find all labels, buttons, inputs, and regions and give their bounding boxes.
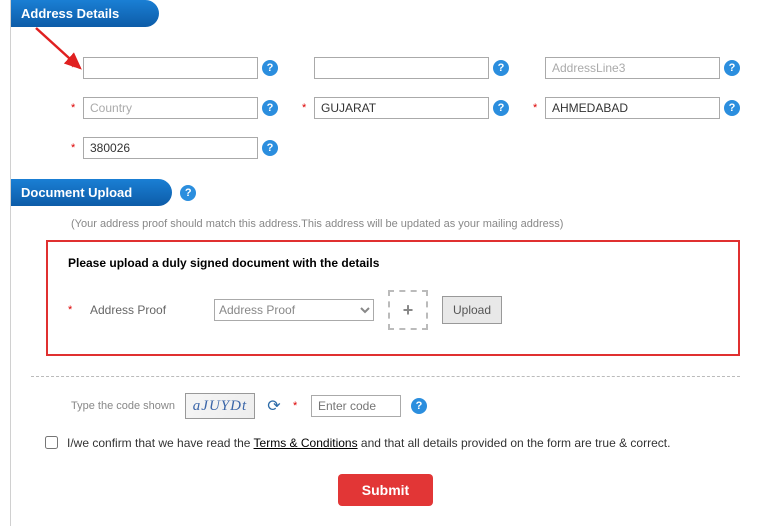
captcha-input[interactable]	[311, 395, 401, 417]
required-mark: *	[302, 102, 310, 114]
country-input[interactable]	[83, 97, 258, 119]
submit-button[interactable]: Submit	[338, 474, 433, 506]
help-icon[interactable]: ?	[262, 100, 278, 116]
confirm-row: I/we confirm that we have read the Terms…	[11, 433, 760, 452]
pincode-field: * ?	[71, 137, 278, 159]
city-input[interactable]	[545, 97, 720, 119]
help-icon[interactable]: ?	[262, 140, 278, 156]
state-input[interactable]	[314, 97, 489, 119]
required-mark: *	[293, 400, 301, 412]
required-mark: *	[71, 62, 79, 74]
help-icon[interactable]: ?	[724, 100, 740, 116]
city-field: * ?	[533, 97, 740, 119]
upload-button[interactable]: Upload	[442, 296, 502, 324]
confirm-text-pre: I/we confirm that we have read the	[67, 436, 254, 450]
help-icon[interactable]: ?	[262, 60, 278, 76]
help-icon[interactable]: ?	[493, 60, 509, 76]
file-dropzone[interactable]: +	[388, 290, 428, 330]
address-line1-input[interactable]	[83, 57, 258, 79]
address-line2-field: ?	[302, 57, 509, 79]
address-line3-field: ?	[533, 57, 740, 79]
required-mark: *	[71, 102, 79, 114]
help-icon[interactable]: ?	[493, 100, 509, 116]
state-field: * ?	[302, 97, 509, 119]
confirm-checkbox[interactable]	[45, 436, 58, 449]
upload-box: Please upload a duly signed document wit…	[46, 240, 740, 356]
document-note: (Your address proof should match this ad…	[11, 206, 760, 240]
help-icon[interactable]: ?	[180, 185, 196, 201]
terms-link[interactable]: Terms & Conditions	[254, 436, 358, 450]
pincode-input[interactable]	[83, 137, 258, 159]
address-line1-field: * ?	[71, 57, 278, 79]
required-mark: *	[71, 142, 79, 154]
address-proof-select[interactable]: Address Proof	[214, 299, 374, 321]
country-field: * ?	[71, 97, 278, 119]
address-line3-input[interactable]	[545, 57, 720, 79]
plus-icon: +	[403, 300, 414, 321]
upload-title: Please upload a duly signed document wit…	[68, 256, 718, 270]
address-details-header: Address Details	[11, 0, 159, 27]
confirm-text-post: and that all details provided on the for…	[358, 436, 671, 450]
help-icon[interactable]: ?	[411, 398, 427, 414]
required-mark: *	[533, 102, 541, 114]
help-icon[interactable]: ?	[724, 60, 740, 76]
captcha-label: Type the code shown	[71, 400, 175, 412]
captcha-row: Type the code shown aJUYDt ⟳ * ?	[11, 393, 760, 433]
captcha-image: aJUYDt	[185, 393, 255, 419]
address-proof-label: Address Proof	[90, 303, 200, 317]
required-mark: *	[68, 304, 76, 316]
document-upload-header: Document Upload	[11, 179, 172, 206]
separator	[31, 376, 740, 377]
address-form-grid: * ? ? ? * ? * ? * ? *	[11, 27, 760, 179]
refresh-icon[interactable]: ⟳	[265, 397, 283, 415]
address-line2-input[interactable]	[314, 57, 489, 79]
